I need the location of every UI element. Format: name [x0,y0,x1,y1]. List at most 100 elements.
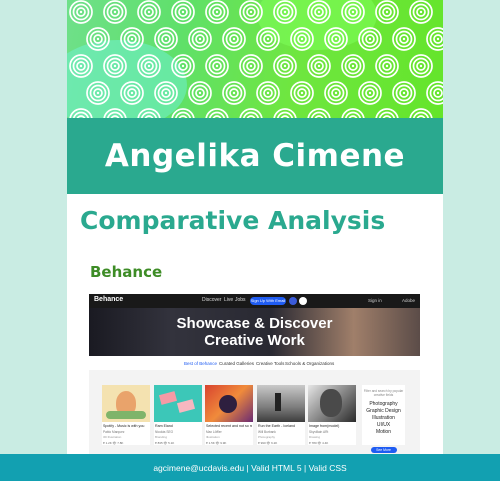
behance-tabs: Best of Behance Curated Galleries Creati… [89,356,420,370]
project-thumbnail [308,385,356,422]
concentric-circle [273,0,297,24]
concentric-circle [409,108,433,118]
concentric-circle [341,108,365,118]
project-thumbnail [205,385,253,422]
concentric-circle [86,81,110,105]
footer-text: agcimene@ucdavis.edu | Valid HTML 5 | Va… [153,462,347,473]
concentric-circle [239,108,263,118]
project-owner: Max Löffler [206,430,222,434]
page-container: Angelika Cimene Comparative Analysis Beh… [67,0,443,481]
footer: agcimene@ucdavis.edu | Valid HTML 5 | Va… [0,454,500,481]
facebook-icon [289,297,297,305]
name-band: Angelika Cimene [67,118,443,194]
concentric-circle [426,81,443,105]
concentric-circle [358,27,382,51]
project-card: Ram Eland Nicolás SEO Branding ♥ 835 👁 5… [154,385,202,445]
filter-item: Illustration [372,415,395,421]
project-thumbnail [154,385,202,422]
project-owner: Nicolás SEO [155,430,174,434]
hero-headline-2: Creative Work [204,332,305,349]
concentric-circle [392,81,416,105]
concentric-circle [86,27,110,51]
concentric-circle [290,27,314,51]
project-owner: Will Burbank [258,430,276,434]
concentric-circle [137,54,161,78]
behance-screenshot: Behance Discover Live Jobs Sign Up With … [89,294,420,454]
project-field: Branding [155,435,168,439]
project-stats: ♥ 835 👁 5.1K [155,441,175,445]
project-field: Photography [258,435,276,439]
project-title: Run the Earth - Iceland [258,424,295,428]
concentric-circle [409,0,433,24]
project-card: Run the Earth - Iceland Will Burbank Pho… [257,385,305,445]
nav-link-jobs: Jobs [235,297,246,303]
concentric-circle [290,81,314,105]
concentric-circle [137,108,161,118]
tab-schools-organizations: Schools & Organizations [285,361,335,366]
concentric-circle [341,54,365,78]
section-title: Comparative Analysis [80,206,386,235]
tab-curated-galleries: Curated Galleries [219,361,255,366]
concentric-circle [222,27,246,51]
concentric-circle [375,0,399,24]
see-more-button: See More [370,447,397,453]
nav-link-discover: Discover [202,297,222,303]
behance-navbar: Behance Discover Live Jobs Sign Up With … [89,294,420,308]
subsection-title: Behance [90,263,163,281]
concentric-circle [154,27,178,51]
concentric-circle [341,0,365,24]
concentric-circle [324,81,348,105]
project-grid: Spotify - Music is with you Pablo Marque… [89,370,420,454]
project-field: 3D Illustration [103,435,122,439]
filter-caption: Filter and search by popular creative fi… [363,389,404,397]
concentric-circle [256,27,280,51]
concentric-circle [426,27,443,51]
circle-pattern [69,0,443,118]
concentric-circle [307,54,331,78]
concentric-circle [358,81,382,105]
filter-item: UI/UX [376,422,391,428]
header-banner [67,0,443,118]
nav-signin: Sign in [368,298,382,303]
project-title: Image from(model) [309,424,340,428]
concentric-circle [273,108,297,118]
nav-link-live: Live [224,297,234,303]
concentric-circle [205,108,229,118]
concentric-circle [256,81,280,105]
concentric-circle [188,81,212,105]
project-owner: Skyvillain ARt [309,430,329,434]
filter-item: Graphic Design [366,408,401,414]
project-title: Selected recent and not so recent projec… [206,424,252,428]
concentric-circle [409,54,433,78]
concentric-circle [120,81,144,105]
project-stats: ♥ 1.2K 👁 7.8K [103,441,124,445]
concentric-circle [171,108,195,118]
concentric-circle [307,108,331,118]
concentric-circle [69,0,93,24]
project-stats: ♥ 780 👁 4.4K [309,441,329,445]
concentric-circle [103,54,127,78]
concentric-circle [120,27,144,51]
concentric-circle [137,0,161,24]
creative-fields-filter: Filter and search by popular creative fi… [362,385,405,453]
project-card: Spotify - Music is with you Pablo Marque… [102,385,150,445]
concentric-circle [392,27,416,51]
concentric-circle [188,27,212,51]
google-icon [299,297,307,305]
concentric-circle [103,108,127,118]
filter-item: Motion [375,429,391,435]
concentric-circle [375,54,399,78]
concentric-circle [239,54,263,78]
concentric-circle [171,54,195,78]
behance-logo: Behance [94,296,124,303]
concentric-circle [69,108,93,118]
hero-headline-1: Showcase & Discover [176,315,333,332]
concentric-circle [222,81,246,105]
project-card: Image from(model) Skyvillain ARt Drawing… [308,385,356,445]
concentric-circle [273,54,297,78]
project-field: Drawing [309,435,321,439]
project-thumbnail [102,385,150,422]
site-title: Angelika Cimene [104,138,406,174]
concentric-circle [324,27,348,51]
filter-list: Photography Graphic Design Illustration … [362,401,405,436]
